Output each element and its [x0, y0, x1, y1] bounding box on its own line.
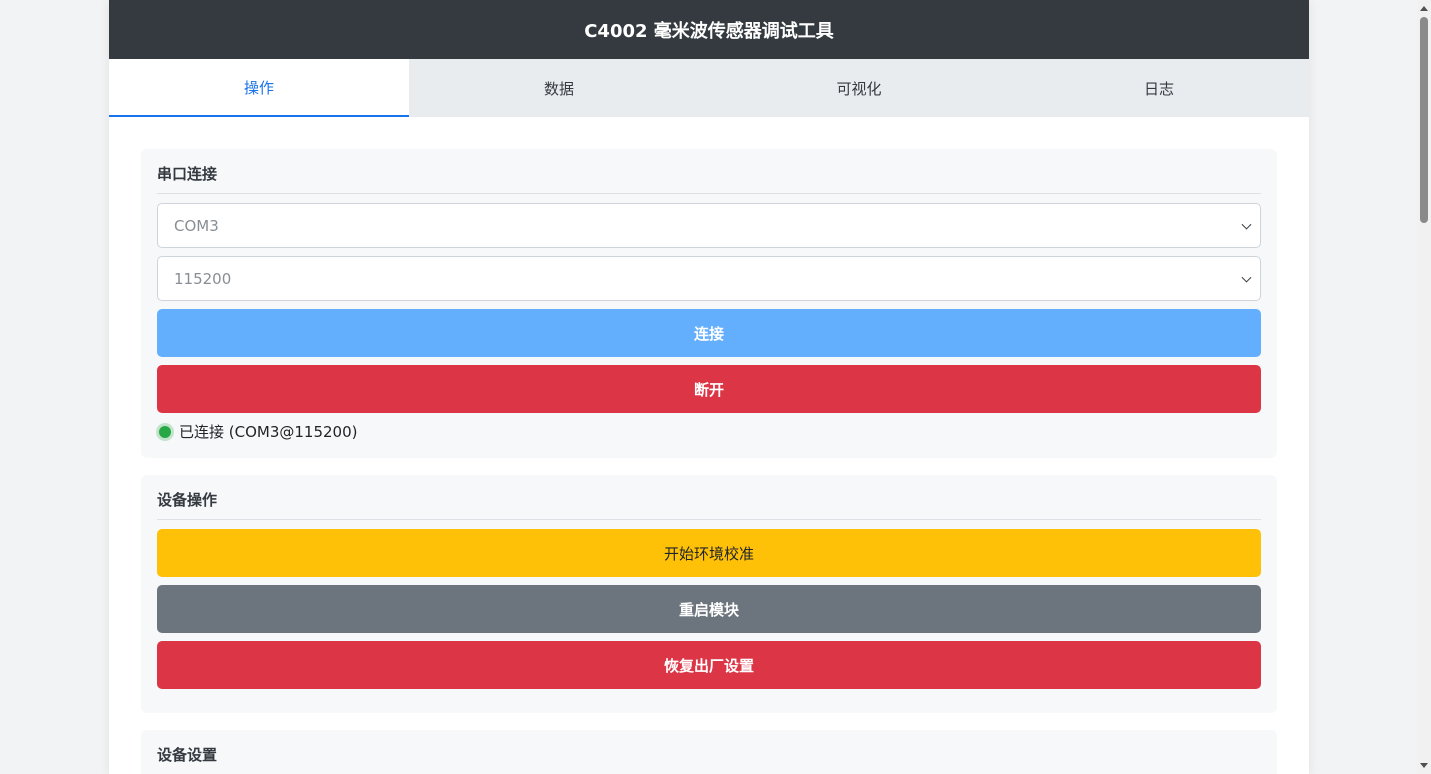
tab-bar: 操作 数据 可视化 日志: [109, 59, 1309, 117]
tab-label: 数据: [543, 79, 574, 98]
tab-label: 可视化: [836, 79, 882, 98]
tab-label: 日志: [1143, 79, 1174, 98]
tab-visualization[interactable]: 可视化: [709, 59, 1009, 117]
tab-data[interactable]: 数据: [409, 59, 709, 117]
app-title: C4002 毫米波传感器调试工具: [584, 20, 834, 42]
device-operations-card: 设备操作 开始环境校准 重启模块 恢复出厂设置: [141, 475, 1277, 713]
factory-reset-button[interactable]: 恢复出厂设置: [157, 641, 1261, 689]
baud-select-value: 115200: [174, 269, 232, 288]
port-select[interactable]: COM3: [157, 203, 1261, 248]
tab-log[interactable]: 日志: [1009, 59, 1309, 117]
connect-button[interactable]: 连接: [157, 309, 1261, 357]
connection-status: 已连接 (COM3@115200): [157, 421, 1261, 442]
scrollbar-thumb[interactable]: [1420, 17, 1428, 223]
chevron-down-icon: [1241, 219, 1252, 230]
serial-connection-card: 串口连接 COM3 115200 连接 断开 已连接 (COM3@115200): [141, 149, 1277, 458]
main-content: 串口连接 COM3 115200 连接 断开 已连接 (COM3@115200)…: [109, 117, 1309, 774]
status-dot-icon: [159, 425, 171, 438]
app-window: C4002 毫米波传感器调试工具 操作 数据 可视化 日志 串口连接 COM3 …: [109, 0, 1309, 774]
tab-operations[interactable]: 操作: [109, 59, 409, 117]
connection-status-text: 已连接 (COM3@115200): [179, 423, 358, 441]
device-settings-card-title: 设备设置: [157, 744, 1261, 774]
device-ops-card-title: 设备操作: [157, 489, 1261, 520]
serial-card-title: 串口连接: [157, 163, 1261, 194]
page-scrollbar[interactable]: [1417, 0, 1431, 774]
baud-rate-select[interactable]: 115200: [157, 256, 1261, 301]
calibrate-button[interactable]: 开始环境校准: [157, 529, 1261, 577]
restart-button[interactable]: 重启模块: [157, 585, 1261, 633]
app-title-bar: C4002 毫米波传感器调试工具: [109, 0, 1309, 59]
scroll-down-arrow-icon[interactable]: [1420, 763, 1428, 768]
disconnect-button[interactable]: 断开: [157, 365, 1261, 413]
device-settings-card: 设备设置: [141, 730, 1277, 774]
tab-label: 操作: [243, 78, 274, 97]
scroll-up-arrow-icon[interactable]: [1420, 6, 1428, 11]
port-select-value: COM3: [174, 216, 219, 235]
chevron-down-icon: [1241, 272, 1252, 283]
